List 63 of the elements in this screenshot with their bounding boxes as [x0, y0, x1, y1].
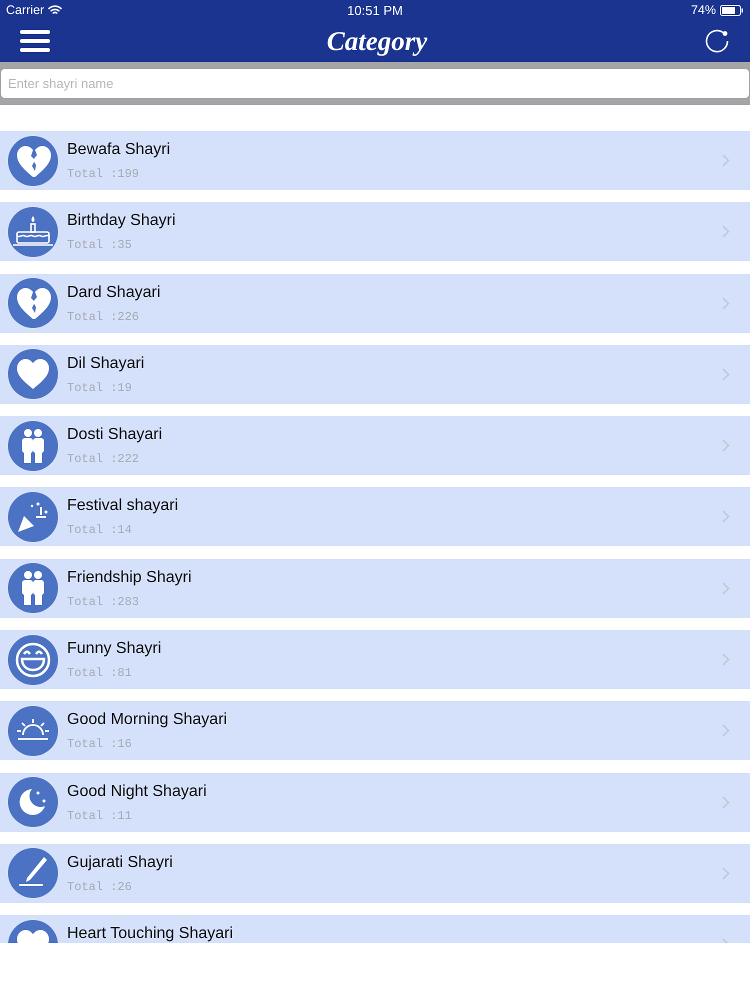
menu-button[interactable]: [20, 29, 50, 53]
refresh-button[interactable]: [704, 28, 730, 54]
category-row[interactable]: Dard Shayari Total :226: [0, 274, 750, 333]
category-row[interactable]: Funny Shayri Total :81: [0, 630, 750, 690]
category-title: Heart Touching Shayari: [67, 925, 234, 943]
chevron-icon: [722, 439, 730, 452]
chevron-icon: [722, 724, 730, 738]
category-title: Good Night Shayari: [67, 782, 208, 801]
smiley-icon: [8, 634, 58, 685]
people-icon: [8, 563, 58, 614]
category-title: Bewafa Shayri: [67, 141, 172, 159]
category-total: Total :199: [67, 167, 140, 181]
category-row[interactable]: Good Night Shayari Total :11: [0, 772, 750, 832]
people-icon: [8, 420, 58, 471]
battery-percent: 74%: [690, 3, 716, 17]
category-total: Total :81: [67, 666, 133, 680]
category-title: Festival shayari: [67, 497, 180, 516]
sunrise-icon: [8, 706, 58, 756]
carrier-label: Carrier: [6, 3, 44, 17]
category-row[interactable]: Good Morning Shayari Total :16: [0, 701, 750, 760]
category-title: Friendship Shayri: [67, 568, 192, 587]
cake-icon: [8, 206, 58, 257]
pen-icon: [8, 848, 58, 898]
category-row[interactable]: Dil Shayari Total :19: [0, 344, 750, 404]
category-total: Total :11: [67, 808, 133, 823]
category-title: Good Morning Shayari: [67, 711, 228, 730]
category-row[interactable]: Dosti Shayari Total :222: [0, 416, 750, 476]
chevron-icon: [722, 510, 730, 524]
category-title: Gujarati Shayri: [67, 854, 174, 872]
category-title: Dil Shayari: [67, 354, 146, 373]
chevron-icon: [722, 368, 730, 381]
category-total: Total :283: [67, 594, 140, 609]
category-total: Total :226: [67, 310, 140, 324]
battery-icon: [720, 4, 744, 16]
category-total: Total :16: [67, 737, 133, 752]
party-popper-icon: [8, 492, 58, 542]
category-total: Total :222: [67, 452, 140, 466]
category-title: Birthday Shayri: [67, 212, 176, 230]
category-row[interactable]: Friendship Shayri Total :283: [0, 558, 750, 618]
category-title: Dard Shayari: [67, 284, 162, 302]
category-total: Total :19: [67, 380, 133, 395]
chevron-icon: [722, 225, 730, 238]
moon-icon: [8, 777, 58, 828]
category-title: Dosti Shayari: [67, 426, 164, 444]
category-total: Total :14: [67, 523, 133, 538]
category-row[interactable]: Festival shayari Total :14: [0, 487, 750, 546]
chevron-icon: [722, 866, 730, 880]
category-row[interactable]: Birthday Shayri Total :35: [0, 202, 750, 262]
wifi-icon: [48, 5, 62, 15]
category-row[interactable]: Gujarati Shayri Total :26: [0, 844, 750, 903]
category-title: Funny Shayri: [67, 640, 162, 658]
category-total: Total :26: [67, 880, 133, 894]
chevron-icon: [722, 296, 730, 310]
category-total: Total :35: [67, 238, 133, 252]
chevron-icon: [722, 653, 730, 666]
chevron-icon: [722, 154, 730, 167]
category-row[interactable]: Heart Touching Shayari: [0, 915, 750, 943]
status-time: 10:51 PM: [347, 2, 403, 18]
chevron-icon: [722, 582, 730, 595]
chevron-icon: [722, 796, 730, 809]
nav-title: Category: [326, 26, 428, 56]
search-field[interactable]: Enter shayri name: [1, 69, 749, 98]
category-row[interactable]: Bewafa Shayri Total :199: [0, 131, 750, 190]
